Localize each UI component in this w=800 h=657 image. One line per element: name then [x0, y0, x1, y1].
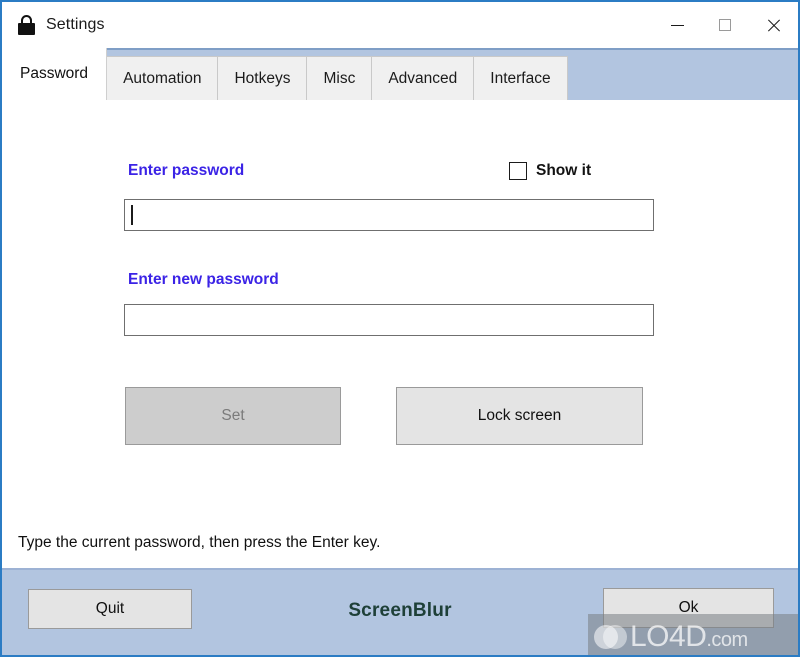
maximize-icon — [718, 19, 731, 31]
settings-window: Settings Password Automation Hotkeys Mis… — [0, 0, 800, 657]
minimize-button[interactable] — [654, 2, 701, 48]
ok-button[interactable]: Ok — [603, 588, 774, 628]
password-input[interactable] — [124, 199, 654, 231]
maximize-button[interactable] — [701, 2, 748, 48]
title-bar-left: Settings — [2, 2, 654, 48]
tab-automation-label: Automation — [123, 69, 202, 87]
show-it-checkbox[interactable] — [509, 162, 527, 180]
close-icon — [766, 18, 781, 33]
tab-automation[interactable]: Automation — [106, 56, 219, 100]
tab-hotkeys-label: Hotkeys — [234, 69, 291, 87]
lock-screen-button-label: Lock screen — [477, 407, 562, 424]
tab-password-label: Password — [20, 65, 89, 82]
show-it-label: Show it — [536, 162, 592, 179]
tab-advanced[interactable]: Advanced — [371, 56, 475, 100]
show-it-checkbox-row[interactable]: Show it — [509, 162, 591, 180]
password-label: Enter password — [128, 162, 245, 179]
tab-interface-label: Interface — [490, 69, 551, 87]
lock-screen-button[interactable]: Lock screen — [396, 387, 643, 445]
tab-strip: Password Automation Hotkeys Misc Advance… — [2, 48, 798, 100]
tab-password[interactable]: Password — [2, 48, 108, 100]
tab-interface[interactable]: Interface — [473, 56, 568, 100]
set-button[interactable]: Set — [125, 387, 341, 445]
password-tab-panel: Enter password Show it Enter new passwor… — [2, 100, 798, 568]
title-bar: Settings — [2, 2, 798, 48]
tab-misc[interactable]: Misc — [306, 56, 373, 100]
tab-misc-label: Misc — [323, 69, 356, 87]
new-password-input[interactable] — [124, 304, 654, 336]
status-text: Type the current password, then press th… — [18, 534, 381, 551]
ok-button-label: Ok — [678, 599, 699, 616]
footer-bar: Quit ScreenBlur Ok — [2, 568, 798, 655]
tab-list: Password Automation Hotkeys Misc Advance… — [2, 48, 568, 100]
tab-hotkeys[interactable]: Hotkeys — [217, 56, 308, 100]
tab-advanced-label: Advanced — [388, 69, 458, 87]
text-caret — [131, 205, 133, 225]
window-controls — [654, 2, 798, 48]
footer-top-edge — [2, 568, 798, 570]
minimize-icon — [671, 24, 684, 26]
set-button-label: Set — [221, 407, 245, 424]
new-password-label: Enter new password — [128, 271, 279, 288]
lock-icon — [18, 15, 35, 35]
close-button[interactable] — [748, 2, 798, 48]
window-title: Settings — [46, 16, 105, 33]
